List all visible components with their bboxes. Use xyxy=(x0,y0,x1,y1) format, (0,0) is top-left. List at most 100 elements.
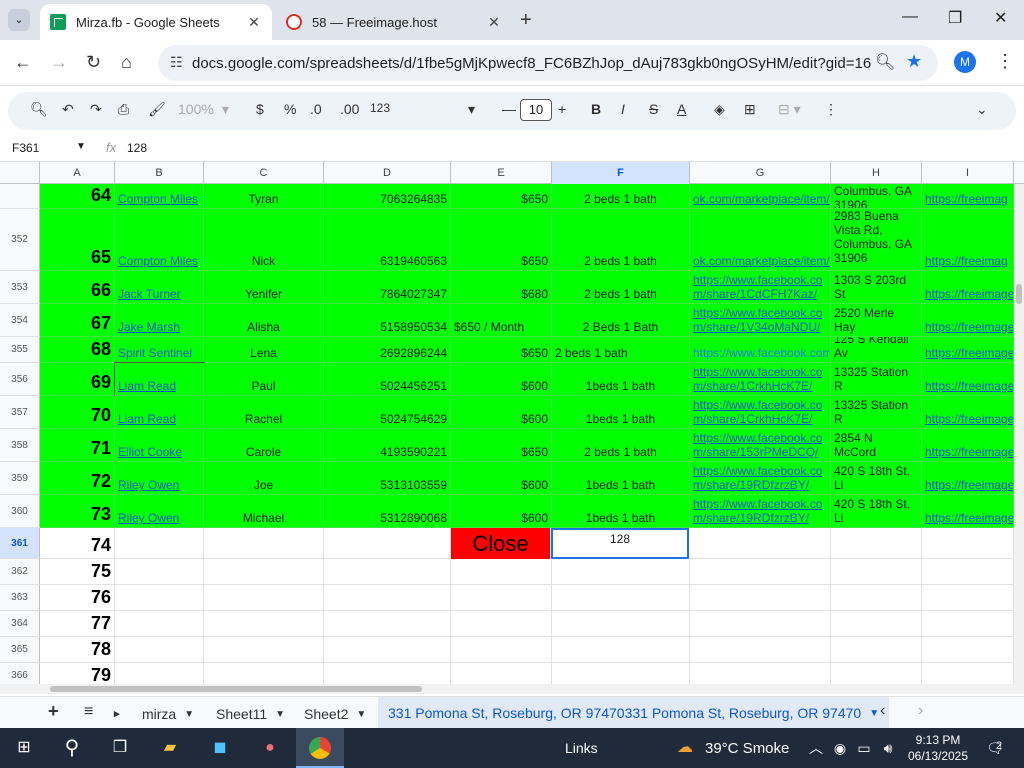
cell-i[interactable]: https://freeimage xyxy=(922,396,1014,429)
network-icon[interactable]: ▭ xyxy=(854,736,874,760)
sheet-scroll-left-icon[interactable]: ▸ xyxy=(114,707,120,720)
sheet-nav-right-icon[interactable]: › xyxy=(918,702,923,720)
cell-f[interactable]: 1beds 1 bath xyxy=(552,495,690,528)
cell-b[interactable] xyxy=(115,663,204,684)
cell-e[interactable]: $650 xyxy=(451,209,552,271)
cell-h[interactable]: 125 S Kendall Av xyxy=(831,337,922,363)
bold-button[interactable]: B xyxy=(591,101,601,117)
close-tab-icon[interactable]: ✕ xyxy=(486,14,502,31)
links-toolbar[interactable]: Links xyxy=(565,740,598,756)
cell-h[interactable]: 13325 Station R xyxy=(831,363,922,396)
merge-cells-icon[interactable]: ⊟ ▾ xyxy=(778,101,801,118)
profile-avatar[interactable]: M xyxy=(954,51,976,73)
cell-e[interactable]: $650 / Month xyxy=(451,304,552,337)
cell-b[interactable]: Spirit Sentinel xyxy=(115,337,204,363)
cell-d[interactable]: 5158950534 xyxy=(324,304,451,337)
zoom-magnifier-icon[interactable]: 🔍︎ xyxy=(875,52,895,72)
cell-h[interactable] xyxy=(831,559,922,585)
font-family-chevron-icon[interactable]: ▾ xyxy=(468,101,475,118)
zoom-select[interactable]: 100% xyxy=(178,101,214,117)
cell-b[interactable]: Liam Read xyxy=(115,396,204,429)
cell-b[interactable]: Riley Owen xyxy=(115,495,204,528)
cell-h[interactable] xyxy=(831,637,922,663)
cell-e[interactable]: $650 xyxy=(451,429,552,462)
cell-e[interactable] xyxy=(451,611,552,637)
row-header[interactable]: 352 xyxy=(0,209,40,271)
text-color-button[interactable]: A xyxy=(677,101,686,117)
cell-g[interactable]: https://www.facebook.co m/share/19RDfzrz… xyxy=(690,462,831,495)
cell-f[interactable]: 2 beds 1 bath xyxy=(552,184,690,209)
cell-b[interactable] xyxy=(115,528,204,559)
cell-d[interactable]: 7063264835 xyxy=(324,184,451,209)
cell-d[interactable]: 5313103559 xyxy=(324,462,451,495)
cell-i[interactable]: https://freeimage xyxy=(922,304,1014,337)
cell-b[interactable]: Riley Owen xyxy=(115,462,204,495)
cell-h[interactable]: 420 S 18th St, Li xyxy=(831,462,922,495)
reload-icon[interactable]: ↻ xyxy=(86,52,101,73)
row-header[interactable]: 360 xyxy=(0,495,40,528)
cell-b[interactable] xyxy=(115,559,204,585)
cell-d[interactable] xyxy=(324,663,451,684)
browser-menu-icon[interactable]: ⋮ xyxy=(996,51,1014,72)
cell-a[interactable]: 71 xyxy=(40,429,115,462)
cell-f[interactable]: 1beds 1 bath xyxy=(552,363,690,396)
paint-format-icon[interactable]: 🖌︎ xyxy=(148,101,166,118)
cell-h[interactable] xyxy=(831,611,922,637)
spreadsheet-grid[interactable]: A B C D E F G H I 64 Compton Miles Tyran 70… xyxy=(0,162,1024,684)
browser-tab-freeimage[interactable]: 58 — Freeimage.host ✕ xyxy=(276,4,512,40)
bookmark-star-icon[interactable]: ★ xyxy=(906,51,922,72)
row-header[interactable]: 361 xyxy=(0,528,40,559)
tray-chevron-up-icon[interactable]: ︿ xyxy=(806,736,826,760)
row-header[interactable]: 354 xyxy=(0,304,40,337)
cell-h[interactable]: 1303 S 203rd St xyxy=(831,271,922,304)
cell-f[interactable] xyxy=(552,559,690,585)
sheet-tab-sheet2[interactable]: Sheet2 ▼ xyxy=(294,697,376,731)
cell-h[interactable] xyxy=(831,585,922,611)
cell-a[interactable]: 65 xyxy=(40,209,115,271)
cell-f[interactable] xyxy=(552,585,690,611)
row-header[interactable] xyxy=(0,184,40,209)
cell-i[interactable] xyxy=(922,611,1014,637)
col-header-d[interactable]: D xyxy=(324,162,451,184)
close-window-icon[interactable]: ✕ xyxy=(994,8,1007,28)
cell-g[interactable] xyxy=(690,528,831,559)
chevron-down-icon[interactable]: ▼ xyxy=(275,709,285,720)
cell-a[interactable]: 75 xyxy=(40,559,115,585)
cell-c[interactable]: Alisha xyxy=(204,304,324,337)
cell-g[interactable]: https://www.facebook.co m/share/1CrkhHcK… xyxy=(690,396,831,429)
cell-i[interactable]: https://freeimage xyxy=(922,337,1014,363)
row-header[interactable]: 355 xyxy=(0,337,40,363)
cell-g[interactable]: https://www.facebook.co m/share/1V34oMaN… xyxy=(690,304,831,337)
row-header[interactable]: 363 xyxy=(0,585,40,611)
notifications-icon[interactable]: 🗨︎ xyxy=(982,736,1008,760)
omnibox[interactable]: ☷ docs.google.com/spreadsheets/d/1fbe5gM… xyxy=(158,45,938,81)
formula-input[interactable]: 128 xyxy=(127,141,147,155)
cell-e[interactable] xyxy=(451,637,552,663)
cell-c[interactable] xyxy=(204,585,324,611)
collapse-menus-chevron-icon[interactable]: ⌄ xyxy=(976,101,988,118)
cell-e[interactable] xyxy=(451,559,552,585)
cell-e[interactable]: $600 xyxy=(451,363,552,396)
cell-d[interactable] xyxy=(324,528,451,559)
cell-b[interactable] xyxy=(115,637,204,663)
cell-i[interactable] xyxy=(922,663,1014,684)
file-explorer-icon[interactable]: ▰ xyxy=(156,736,184,760)
cell-a[interactable]: 70 xyxy=(40,396,115,429)
sheet-tab-active[interactable]: 331 Pomona St, Roseburg, OR 97470331 Pom… xyxy=(378,697,890,731)
cell-b[interactable]: Compton Miles xyxy=(115,184,204,209)
cell-d[interactable] xyxy=(324,611,451,637)
row-header[interactable]: 358 xyxy=(0,429,40,462)
cell-i[interactable]: https://freeimage xyxy=(922,363,1014,396)
cell-c[interactable]: Nick xyxy=(204,209,324,271)
weather-text[interactable]: 39°C Smoke xyxy=(705,740,789,757)
all-sheets-menu-icon[interactable]: ≡ xyxy=(84,703,93,721)
close-button[interactable]: Close xyxy=(451,528,550,559)
chevron-down-icon[interactable]: ▼ xyxy=(869,708,879,719)
vertical-scroll-thumb[interactable] xyxy=(1016,284,1022,304)
new-tab-plus-icon[interactable]: + xyxy=(520,9,532,32)
cell-b[interactable] xyxy=(115,585,204,611)
cell-i[interactable]: https://freeimag xyxy=(922,209,1014,271)
cell-f[interactable]: 2 beds 1 bath xyxy=(552,337,690,363)
cell-e[interactable] xyxy=(451,663,552,684)
cell-i[interactable] xyxy=(922,528,1014,559)
